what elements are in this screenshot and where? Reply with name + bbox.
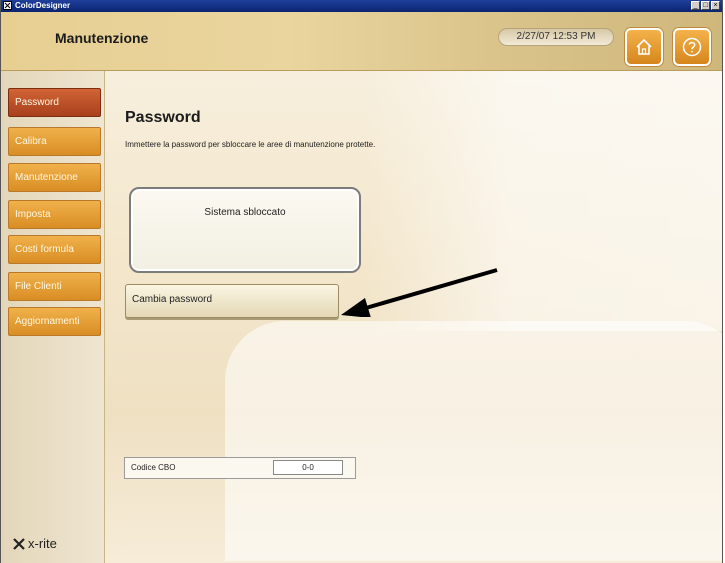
- sidebar-item-manutenzione[interactable]: Manutenzione: [8, 163, 101, 192]
- maximize-button[interactable]: □: [701, 1, 710, 10]
- close-button[interactable]: ×: [711, 1, 720, 10]
- title-bar: ColorDesigner _ □ ×: [1, 0, 722, 12]
- xrite-logo: x-rite: [13, 536, 57, 551]
- help-button[interactable]: [673, 28, 711, 66]
- lock-status-text: Sistema sbloccato: [204, 207, 286, 218]
- background-sofa: [225, 321, 722, 561]
- sidebar-item-imposta[interactable]: Imposta: [8, 200, 101, 229]
- sidebar-item-file-clienti[interactable]: File Clienti: [8, 272, 101, 301]
- sidebar-item-calibra[interactable]: Calibra: [8, 127, 101, 156]
- main-panel: Password Immettere la password per sbloc…: [105, 71, 722, 563]
- home-icon: [636, 38, 652, 55]
- sidebar: Password Calibra Manutenzione Imposta Co…: [1, 71, 105, 563]
- window-title: ColorDesigner: [15, 1, 71, 10]
- page-description: Immettere la password per sbloccare le a…: [125, 140, 376, 149]
- help-icon: [682, 37, 702, 57]
- section-title: Manutenzione: [55, 30, 149, 46]
- sidebar-item-costi-formula[interactable]: Costi formula: [8, 235, 101, 264]
- minimize-button[interactable]: _: [691, 1, 700, 10]
- datetime-display: 2/27/07 12:53 PM: [498, 28, 614, 46]
- change-password-button[interactable]: Cambia password: [125, 284, 339, 318]
- cbo-code-field: 0-0: [273, 460, 343, 475]
- app-window: ColorDesigner _ □ × Manutenzione 2/27/07…: [0, 0, 723, 563]
- page-title: Password: [125, 109, 201, 126]
- home-button[interactable]: [625, 28, 663, 66]
- header-bar: Manutenzione 2/27/07 12:53 PM: [1, 12, 722, 71]
- cbo-code-row: Codice CBO 0-0: [124, 457, 356, 479]
- sidebar-item-aggiornamenti[interactable]: Aggiornamenti: [8, 307, 101, 336]
- cbo-code-label: Codice CBO: [131, 463, 176, 472]
- xrite-mark-icon: [13, 537, 25, 550]
- pointer-arrow: [341, 268, 498, 317]
- window-controls: _ □ ×: [691, 1, 720, 10]
- lock-status-box: Sistema sbloccato: [129, 187, 361, 273]
- xrite-logo-text: x-rite: [28, 536, 57, 551]
- sidebar-item-password[interactable]: Password: [8, 88, 101, 117]
- app-logo-icon: [3, 1, 12, 10]
